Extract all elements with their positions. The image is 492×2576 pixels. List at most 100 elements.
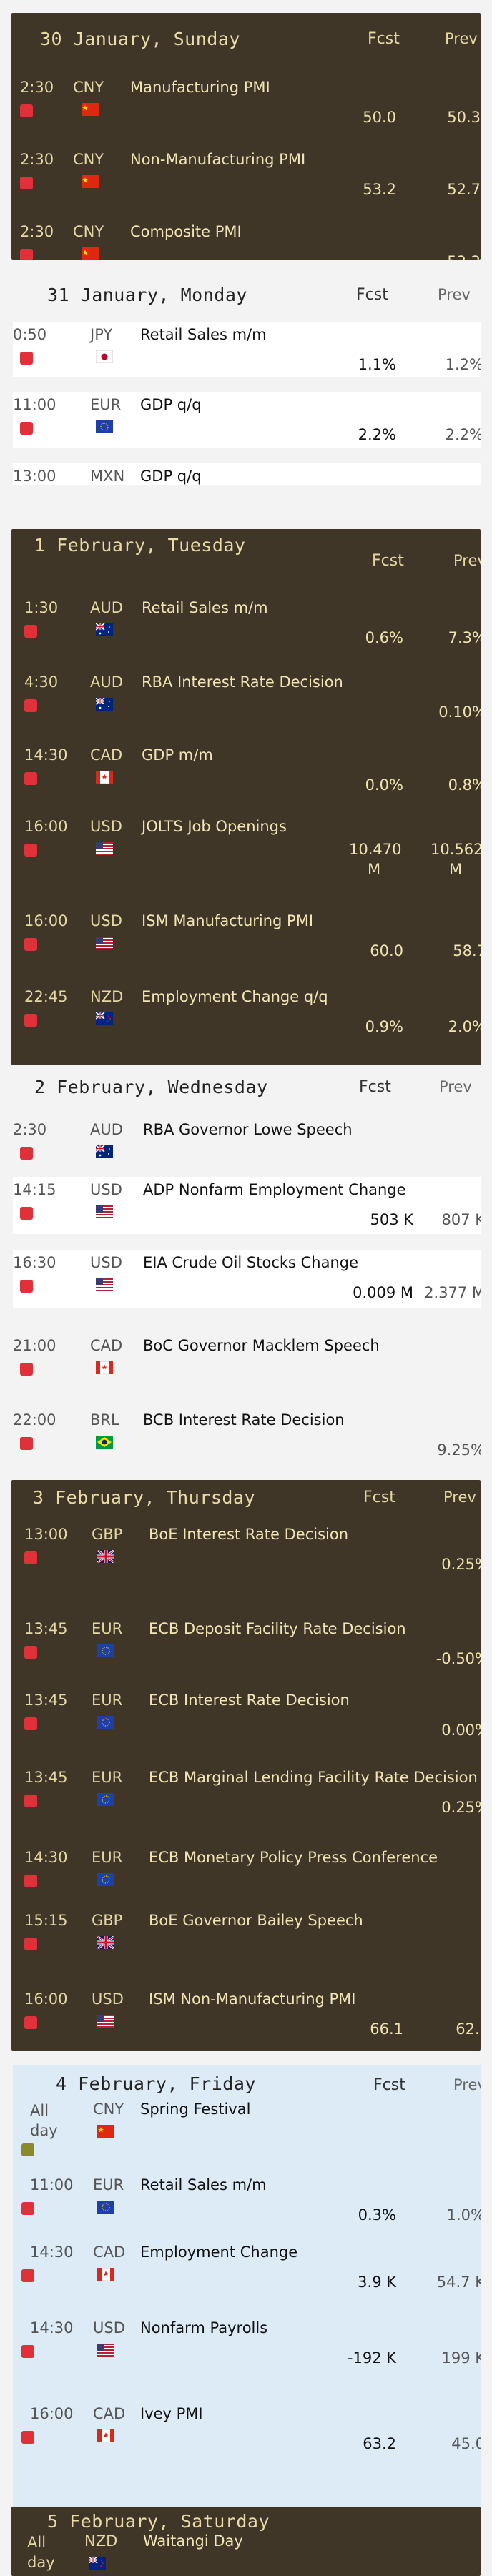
forecast-column-header: Fcst [368, 30, 400, 48]
event-name[interactable]: GDP q/q [140, 468, 202, 485]
event-row[interactable]: 22:45 NZD Employment Change q/q 0.9% 2.0% [11, 984, 481, 1055]
usa-flag-icon [96, 937, 113, 949]
event-row[interactable]: 14:15 USD ADP Nonfarm Employment Change 503… [13, 1177, 481, 1234]
eu-flag-icon [97, 1793, 114, 1806]
event-name[interactable]: BoC Governor Macklem Speech [143, 1337, 380, 1354]
forecast-column-header: Fcst [372, 552, 404, 570]
event-row[interactable]: 13:45 EUR ECB Marginal Lending Facility Ra… [11, 1765, 481, 1839]
event-name[interactable]: Retail Sales m/m [140, 326, 267, 343]
event-row[interactable]: 14:30 USD Nonfarm Payrolls -192 K 199 K [13, 2315, 481, 2385]
event-row[interactable]: 2:30 CNY Composite PMI 52.2 [11, 219, 481, 260]
usa-flag-icon [97, 2344, 114, 2357]
event-time: 15:15 [24, 1912, 68, 1929]
event-row[interactable]: 14:30 CAD Employment Change 3.9 K 54.7 K [13, 2239, 481, 2302]
forecast-value: 50.0 [363, 109, 396, 126]
event-name[interactable]: ISM Non-Manufacturing PMI [149, 1990, 355, 2008]
previous-value: 1.2% [445, 356, 481, 373]
event-row[interactable]: 0:50 JPY Retail Sales m/m 1.1% 1.2% [13, 322, 481, 377]
high-impact-icon [24, 699, 37, 712]
event-name[interactable]: EIA Crude Oil Stocks Change [143, 1254, 358, 1271]
event-name[interactable]: RBA Governor Lowe Speech [143, 1121, 353, 1138]
event-row[interactable]: 13:45 EUR ECB Deposit Facility Rate Decisi… [11, 1616, 481, 1687]
australia-flag-icon [96, 623, 113, 636]
day-panel: 30 January, Sunday Fcst Prev 2:30 CNY Manufac… [11, 13, 481, 260]
event-row[interactable]: 16:00 USD ISM Non-Manufacturing PMI 66.1 62.… [11, 1986, 481, 2051]
event-row[interactable]: All day NZD Waitangi Day [11, 2528, 481, 2576]
previous-value: 2.377 M [424, 1284, 481, 1301]
event-name[interactable]: JOLTS Job Openings [142, 818, 287, 835]
event-name[interactable]: BoE Interest Rate Decision [149, 1526, 348, 1543]
forecast-value: 60.0 [370, 942, 403, 959]
event-row[interactable]: 2:30 AUD RBA Governor Lowe Speech [13, 1117, 481, 1167]
previous-value: 0.10% [438, 704, 481, 721]
day-title: 3 February, Thursday [33, 1487, 256, 1508]
event-row[interactable]: 13:45 EUR ECB Interest Rate Decision 0.00% [11, 1687, 481, 1759]
event-name[interactable]: GDP m/m [142, 746, 213, 764]
event-name[interactable]: ADP Nonfarm Employment Change [143, 1181, 406, 1198]
event-name[interactable]: ISM Manufacturing PMI [142, 912, 313, 929]
previous-value: 0.25% [441, 1556, 481, 1573]
event-currency: EUR [93, 2176, 124, 2193]
newzealand-flag-icon [96, 1012, 113, 1025]
event-name[interactable]: Employment Change q/q [142, 988, 328, 1005]
event-row[interactable]: 1:30 AUD Retail Sales m/m 0.6% 7.3% [11, 595, 481, 666]
high-impact-icon [20, 1280, 33, 1293]
event-name[interactable]: ECB Marginal Lending Facility Rate Decis… [149, 1769, 478, 1786]
event-name[interactable]: Spring Festival [140, 2101, 250, 2118]
event-row[interactable]: 11:00 EUR Retail Sales m/m 0.3% 1.0% [13, 2172, 481, 2232]
event-name[interactable]: RBA Interest Rate Decision [142, 673, 343, 691]
event-name[interactable]: Waitangi Day [143, 2532, 243, 2550]
event-time: 13:45 [24, 1769, 68, 1786]
high-impact-icon [24, 1717, 37, 1730]
event-row[interactable]: 11:00 EUR GDP q/q 2.2% 2.2% [13, 392, 481, 448]
event-name[interactable]: Manufacturing PMI [130, 79, 270, 96]
event-time: 14:30 [24, 746, 68, 764]
event-time: 16:00 [30, 2405, 74, 2422]
event-row[interactable]: 22:00 BRL BCB Interest Rate Decision 9.25% [13, 1407, 481, 1463]
event-time: All day [30, 2102, 58, 2139]
event-name[interactable]: ECB Monetary Policy Press Conference [149, 1849, 438, 1866]
event-row[interactable]: 16:00 CAD Ivey PMI 63.2 45.0 [13, 2401, 481, 2459]
event-row[interactable]: 16:00 USD ISM Manufacturing PMI 60.0 58.7 [11, 908, 481, 982]
event-name[interactable]: Retail Sales m/m [140, 2176, 267, 2193]
event-row[interactable]: 14:30 CAD GDP m/m 0.0% 0.8% [11, 742, 481, 814]
high-impact-icon [24, 2016, 37, 2029]
event-row[interactable]: 2:30 CNY Non-Manufacturing PMI 53.2 52.7 [11, 147, 481, 218]
event-time: 11:00 [13, 396, 56, 413]
event-row[interactable]: 16:00 USD JOLTS Job Openings 10.470 M 10.562… [11, 814, 481, 905]
event-name[interactable]: ECB Interest Rate Decision [149, 1692, 350, 1709]
event-currency: CAD [90, 1337, 123, 1354]
event-time: 13:45 [24, 1692, 68, 1709]
event-name[interactable]: Composite PMI [130, 223, 242, 240]
eu-flag-icon [97, 1873, 114, 1886]
event-time: 16:00 [24, 912, 68, 929]
event-row[interactable]: 13:00 GBP BoE Interest Rate Decision 0.25% [11, 1521, 481, 1593]
event-time: 2:30 [20, 223, 54, 240]
forecast-column-header: Fcst [363, 1489, 395, 1506]
event-name[interactable]: BoE Governor Bailey Speech [149, 1912, 363, 1929]
event-name[interactable]: Ivey PMI [140, 2405, 203, 2422]
event-name[interactable]: ECB Deposit Facility Rate Decision [149, 1620, 406, 1637]
event-row[interactable]: 4:30 AUD RBA Interest Rate Decision 0.10% [11, 669, 481, 741]
event-name[interactable]: GDP q/q [140, 396, 202, 413]
previous-column-header: Prev [445, 30, 478, 47]
event-time: 14:15 [13, 1181, 56, 1198]
event-row[interactable]: 15:15 GBP BoE Governor Bailey Speech [11, 1908, 481, 1973]
event-currency: USD [90, 1254, 122, 1271]
high-impact-icon [20, 1363, 33, 1376]
event-row[interactable]: 13:00MXNGDP q/q0.1%-0.4% [13, 463, 481, 485]
high-impact-icon [20, 352, 33, 365]
event-name[interactable]: Non-Manufacturing PMI [130, 151, 305, 168]
event-row[interactable]: All day CNY Spring Festival [13, 2096, 481, 2168]
forecast-value: 10.470 M [349, 841, 402, 878]
event-row[interactable]: 16:30 USD EIA Crude Oil Stocks Change 0.009… [13, 1250, 481, 1308]
day-title: 31 January, Monday [47, 285, 247, 305]
event-row[interactable]: 14:30 EUR ECB Monetary Policy Press Confer… [11, 1845, 481, 1909]
event-name[interactable]: BCB Interest Rate Decision [143, 1411, 345, 1428]
event-name[interactable]: Retail Sales m/m [142, 599, 268, 616]
event-row[interactable]: 2:30 CNY Manufacturing PMI 50.0 50.3 [11, 74, 481, 146]
event-name[interactable]: Nonfarm Payrolls [140, 2319, 267, 2336]
event-name[interactable]: Employment Change [140, 2244, 297, 2261]
event-row[interactable]: 21:00 CAD BoC Governor Macklem Speech [13, 1333, 481, 1388]
event-currency: EUR [92, 1620, 123, 1637]
